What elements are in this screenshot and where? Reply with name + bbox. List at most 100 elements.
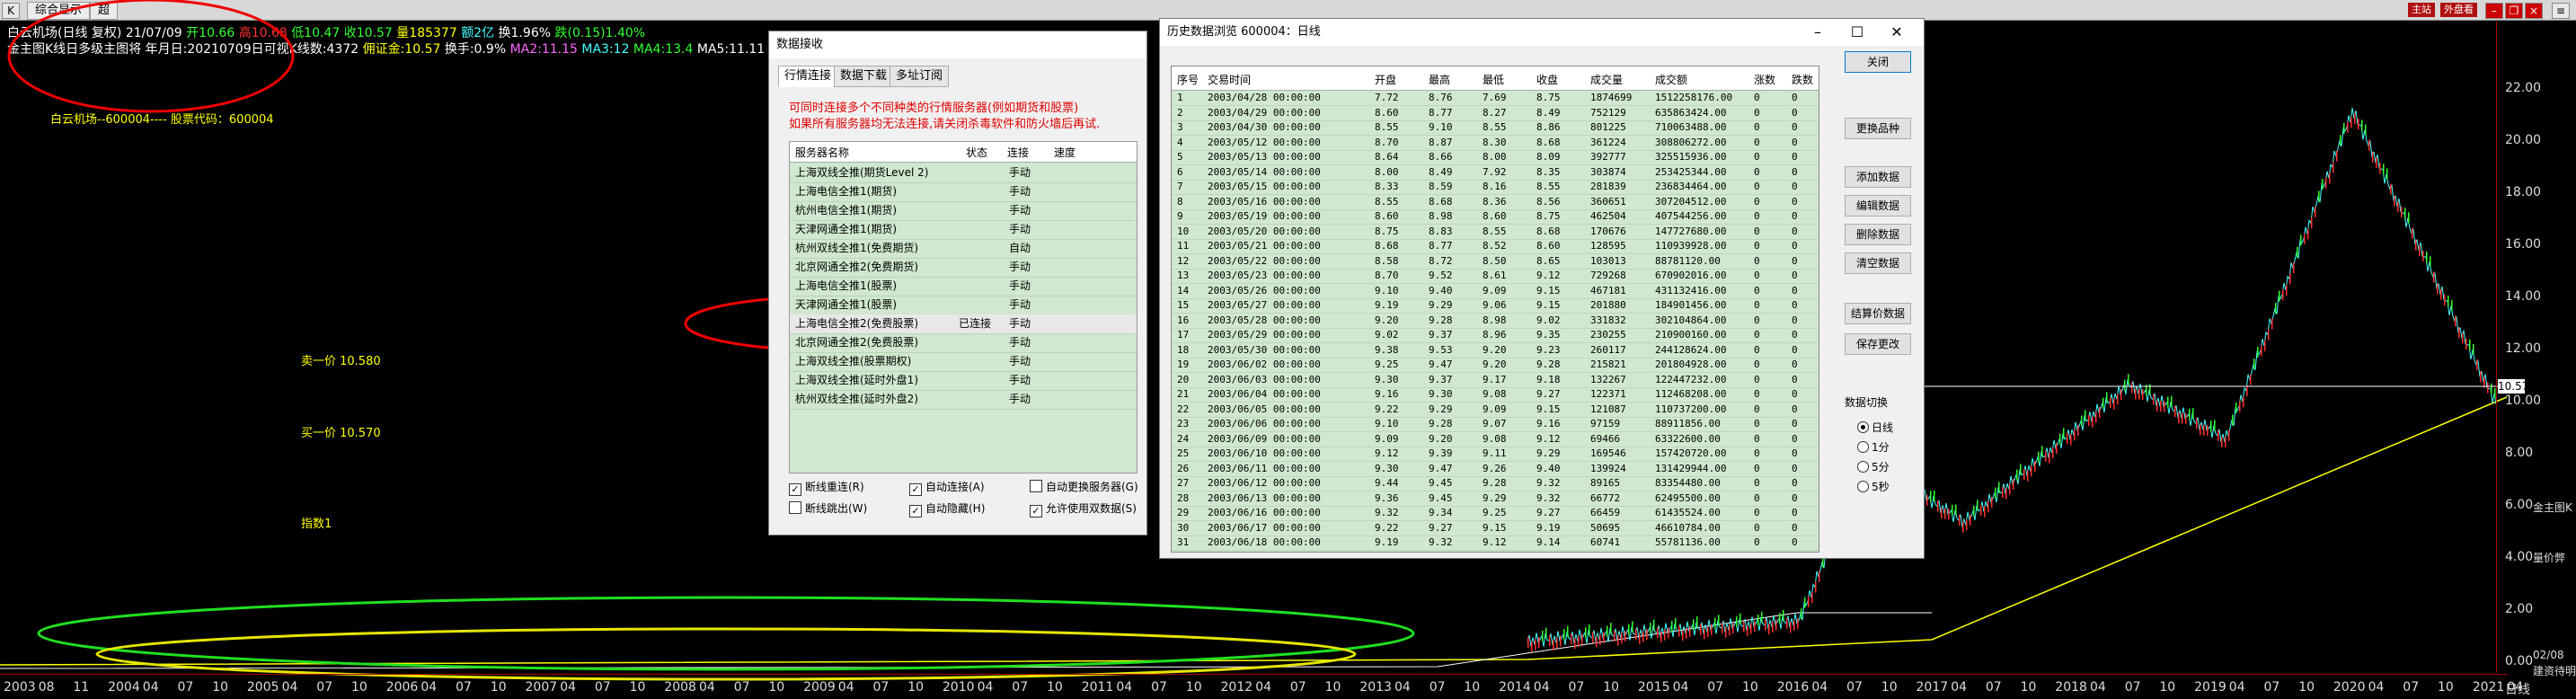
- history-col-header[interactable]: 最低: [1483, 72, 1504, 87]
- checkbox-box[interactable]: ✓: [909, 483, 922, 496]
- clear-data-button[interactable]: 清空数据: [1845, 252, 1911, 274]
- history-cell: 253425344.00: [1655, 165, 1727, 178]
- history-row[interactable]: 10 2003/05/20 00:00:00 8.75 8.83 8.55 8.68 170…: [1172, 225, 1819, 240]
- server-row[interactable]: 天津网通全推1(期货) 手动: [790, 220, 1137, 240]
- close-icon[interactable]: ✕: [1877, 19, 1917, 46]
- maximize-icon[interactable]: ☐: [1837, 19, 1877, 46]
- option-checkbox[interactable]: ✓ 自动连接(A): [909, 479, 985, 496]
- checkbox-box[interactable]: [1030, 480, 1042, 492]
- server-row[interactable]: 上海双线全推(股票期权) 手动: [790, 352, 1137, 372]
- checkbox-box[interactable]: [789, 501, 801, 514]
- history-row[interactable]: 17 2003/05/29 00:00:00 9.02 9.37 8.96 9.35 230…: [1172, 328, 1819, 343]
- history-row[interactable]: 16 2003/05/28 00:00:00 9.20 9.28 8.98 9.02 331…: [1172, 314, 1819, 329]
- history-row[interactable]: 19 2003/06/02 00:00:00 9.25 9.47 9.20 9.28 215…: [1172, 358, 1819, 373]
- history-col-header[interactable]: 成交额: [1655, 72, 1687, 87]
- tab-quote-connect[interactable]: 行情连接: [778, 66, 838, 87]
- history-col-header[interactable]: 开盘: [1375, 72, 1396, 87]
- history-row[interactable]: 31 2003/06/18 00:00:00 9.19 9.32 9.12 9.14 607…: [1172, 535, 1819, 551]
- radio-dot[interactable]: [1857, 421, 1869, 433]
- history-row[interactable]: 14 2003/05/26 00:00:00 9.10 9.40 9.09 9.15 467…: [1172, 284, 1819, 299]
- history-row[interactable]: 25 2003/06/10 00:00:00 9.12 9.39 9.11 9.29 169…: [1172, 447, 1819, 462]
- history-row[interactable]: 6 2003/05/14 00:00:00 8.00 8.49 7.92 8.35 3038…: [1172, 165, 1819, 181]
- history-cell: 2003/05/14 00:00:00: [1208, 165, 1321, 178]
- period-radio[interactable]: 日线: [1857, 420, 1893, 435]
- option-checkbox[interactable]: ✓ 断线重连(R): [789, 479, 864, 496]
- history-row[interactable]: 1 2003/04/28 00:00:00 7.72 8.76 7.69 8.75 1874…: [1172, 91, 1819, 106]
- history-row[interactable]: 18 2003/05/30 00:00:00 9.38 9.53 9.20 9.23 260…: [1172, 343, 1819, 358]
- history-col-header[interactable]: 收盘: [1536, 72, 1558, 87]
- history-row[interactable]: 28 2003/06/13 00:00:00 9.36 9.45 9.29 9.32 667…: [1172, 491, 1819, 507]
- history-row[interactable]: 8 2003/05/16 00:00:00 8.55 8.68 8.36 8.56 3606…: [1172, 195, 1819, 210]
- history-cell: 729268: [1590, 270, 1626, 281]
- history-row[interactable]: 12 2003/05/22 00:00:00 8.58 8.72 8.50 8.65 103…: [1172, 254, 1819, 270]
- add-data-button[interactable]: 添加数据: [1845, 166, 1911, 188]
- radio-dot[interactable]: [1857, 481, 1869, 492]
- history-row[interactable]: 7 2003/05/15 00:00:00 8.33 8.59 8.16 8.55 2818…: [1172, 180, 1819, 195]
- checkbox-box[interactable]: ✓: [1030, 505, 1042, 518]
- save-changes-button[interactable]: 保存更改: [1845, 333, 1911, 355]
- history-row[interactable]: 2 2003/04/29 00:00:00 8.60 8.77 8.27 8.49 7521…: [1172, 106, 1819, 121]
- history-table[interactable]: 序号交易时间开盘最高最低收盘成交量成交额涨数跌数持仓 12003/04/28 0…: [1171, 66, 1819, 553]
- close-button[interactable]: 关闭: [1845, 51, 1911, 73]
- period-radio[interactable]: 1分: [1857, 439, 1890, 455]
- history-row[interactable]: 30 2003/06/17 00:00:00 9.22 9.27 9.15 9.19 506…: [1172, 521, 1819, 536]
- history-row[interactable]: 20 2003/06/03 00:00:00 9.30 9.37 9.17 9.18 132…: [1172, 373, 1819, 388]
- checkbox-box[interactable]: ✓: [909, 505, 922, 518]
- history-row[interactable]: 5 2003/05/13 00:00:00 8.64 8.66 8.00 8.09 3927…: [1172, 150, 1819, 165]
- history-row[interactable]: 3 2003/04/30 00:00:00 8.55 9.10 8.55 8.86 8012…: [1172, 120, 1819, 136]
- radio-dot[interactable]: [1857, 461, 1869, 473]
- history-col-header[interactable]: 序号: [1177, 72, 1199, 87]
- server-row[interactable]: 杭州双线全推(延时外盘2) 手动: [790, 390, 1137, 410]
- server-table[interactable]: 服务器名称 状态 连接 速度 上海双线全推(期货Level 2) 手动 上海电信全推…: [789, 141, 1138, 473]
- history-col-header[interactable]: 交易时间: [1208, 72, 1251, 87]
- server-row[interactable]: 天津网通全推1(股票) 手动: [790, 296, 1137, 315]
- period-radio[interactable]: 5分: [1857, 459, 1890, 474]
- change-symbol-button[interactable]: 更换品种: [1845, 118, 1911, 139]
- history-row[interactable]: 29 2003/06/16 00:00:00 9.32 9.34 9.25 9.27 664…: [1172, 506, 1819, 521]
- history-row[interactable]: 27 2003/06/12 00:00:00 9.44 9.45 9.28 9.32 891…: [1172, 476, 1819, 491]
- checkbox-box[interactable]: ✓: [789, 483, 801, 496]
- history-col-header[interactable]: 跌数: [1792, 72, 1813, 87]
- history-row[interactable]: 26 2003/06/11 00:00:00 9.30 9.47 9.26 9.40 139…: [1172, 462, 1819, 477]
- tab-data-download[interactable]: 数据下载: [834, 66, 894, 87]
- history-row[interactable]: 22 2003/06/05 00:00:00 9.22 9.29 9.09 9.15 121…: [1172, 403, 1819, 418]
- radio-dot[interactable]: [1857, 441, 1869, 453]
- server-row[interactable]: 杭州电信全推1(期货) 手动: [790, 201, 1137, 221]
- server-row[interactable]: 北京网通全推2(免费期货) 手动: [790, 258, 1137, 278]
- col-speed[interactable]: 速度: [1054, 145, 1076, 160]
- delete-data-button[interactable]: 删除数据: [1845, 224, 1911, 245]
- axis-mode-label[interactable]: 日线: [2505, 680, 2530, 698]
- server-row[interactable]: 北京网通全推2(免费股票) 手动: [790, 333, 1137, 353]
- history-row[interactable]: 21 2003/06/04 00:00:00 9.16 9.30 9.08 9.27 122…: [1172, 387, 1819, 403]
- history-row[interactable]: 24 2003/06/09 00:00:00 9.09 9.20 9.08 9.12 694…: [1172, 432, 1819, 447]
- history-row[interactable]: 4 2003/05/12 00:00:00 8.70 8.87 8.30 8.68 3612…: [1172, 136, 1819, 151]
- server-row[interactable]: 上海电信全推2(免费股票) 已连接 手动: [790, 314, 1137, 334]
- settlement-data-button[interactable]: 结算价数据: [1845, 303, 1911, 324]
- history-row[interactable]: 13 2003/05/23 00:00:00 8.70 9.52 8.61 9.12 729…: [1172, 269, 1819, 284]
- col-status[interactable]: 状态: [966, 145, 987, 160]
- option-checkbox[interactable]: ✓ 自动隐藏(H): [909, 500, 985, 518]
- history-row[interactable]: 23 2003/06/06 00:00:00 9.10 9.28 9.07 9.16 971…: [1172, 417, 1819, 432]
- minimize-icon[interactable]: –: [1798, 19, 1837, 46]
- edit-data-button[interactable]: 编辑数据: [1845, 195, 1911, 217]
- server-row[interactable]: 上海双线全推(期货Level 2) 手动: [790, 164, 1137, 183]
- history-row[interactable]: 11 2003/05/21 00:00:00 8.68 8.77 8.52 8.60 128…: [1172, 239, 1819, 254]
- x-tick-label: 2007: [525, 680, 558, 695]
- server-row[interactable]: 上海双线全推(延时外盘1) 手动: [790, 371, 1137, 391]
- history-row[interactable]: 9 2003/05/19 00:00:00 8.60 8.98 8.60 8.75 4625…: [1172, 209, 1819, 225]
- server-row[interactable]: 杭州双线全推1(免费期货) 自动: [790, 239, 1137, 259]
- option-checkbox[interactable]: ✓ 允许使用双数据(S): [1030, 500, 1137, 518]
- history-row[interactable]: 15 2003/05/27 00:00:00 9.19 9.29 9.06 9.15 201…: [1172, 298, 1819, 314]
- history-col-header[interactable]: 成交量: [1590, 72, 1623, 87]
- col-connect[interactable]: 连接: [1007, 145, 1029, 160]
- server-row[interactable]: 上海电信全推1(期货) 手动: [790, 182, 1137, 202]
- history-col-header[interactable]: 最高: [1429, 72, 1450, 87]
- option-checkbox[interactable]: 断线跳出(W): [789, 500, 867, 516]
- history-col-header[interactable]: 涨数: [1754, 72, 1775, 87]
- history-cell: 9.25: [1375, 358, 1399, 370]
- tab-multi-subscribe[interactable]: 多址订阅: [890, 66, 950, 87]
- period-radio[interactable]: 5秒: [1857, 479, 1890, 494]
- server-row[interactable]: 上海电信全推1(股票) 手动: [790, 277, 1137, 296]
- option-checkbox[interactable]: 自动更换服务器(G): [1030, 479, 1138, 494]
- col-server-name[interactable]: 服务器名称: [795, 145, 849, 160]
